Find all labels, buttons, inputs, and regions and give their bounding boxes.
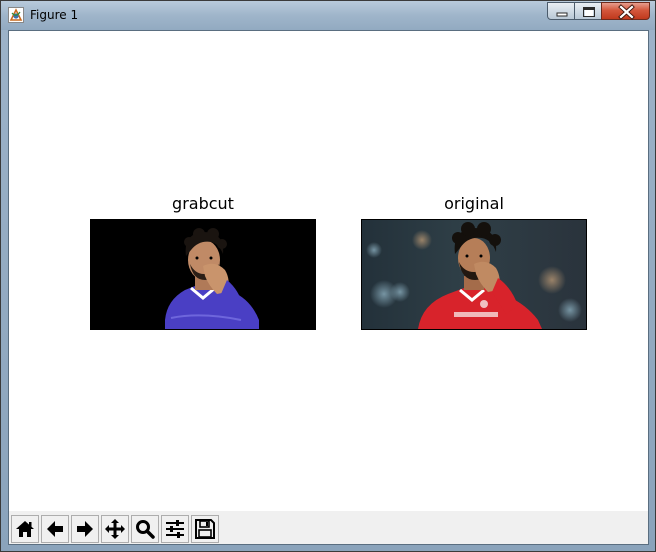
magnifier-icon	[136, 520, 155, 539]
original-image	[361, 219, 587, 330]
pan-button[interactable]	[101, 515, 129, 543]
minimize-icon	[556, 12, 568, 17]
original-picture	[362, 220, 586, 329]
zoom-button[interactable]	[131, 515, 159, 543]
maximize-icon	[583, 7, 595, 17]
forward-button[interactable]	[71, 515, 99, 543]
axes-title-original: original	[444, 194, 504, 213]
axes-title-grabcut: grabcut	[172, 194, 234, 213]
minimize-button[interactable]	[547, 2, 575, 20]
home-button[interactable]	[11, 515, 39, 543]
arrow-left-icon	[47, 521, 63, 537]
arrow-right-icon	[77, 521, 93, 537]
configure-subplots-button[interactable]	[161, 515, 189, 543]
figure-canvas[interactable]: grabcut original	[8, 30, 649, 545]
title-bar[interactable]: Figure 1	[1, 1, 655, 30]
navigation-toolbar	[9, 511, 648, 544]
sliders-icon	[166, 520, 184, 538]
home-icon	[16, 521, 34, 537]
figure-window: Figure 1 grabcut original	[0, 0, 656, 552]
matplotlib-app-icon	[8, 7, 24, 23]
save-button[interactable]	[191, 515, 219, 543]
back-button[interactable]	[41, 515, 69, 543]
floppy-disk-icon	[195, 519, 215, 539]
maximize-button[interactable]	[574, 2, 602, 20]
close-icon	[618, 4, 635, 20]
window-title: Figure 1	[30, 8, 79, 22]
move-icon	[105, 519, 125, 539]
grabcut-picture	[91, 220, 315, 329]
grabcut-image	[90, 219, 316, 330]
close-button[interactable]	[601, 2, 650, 20]
